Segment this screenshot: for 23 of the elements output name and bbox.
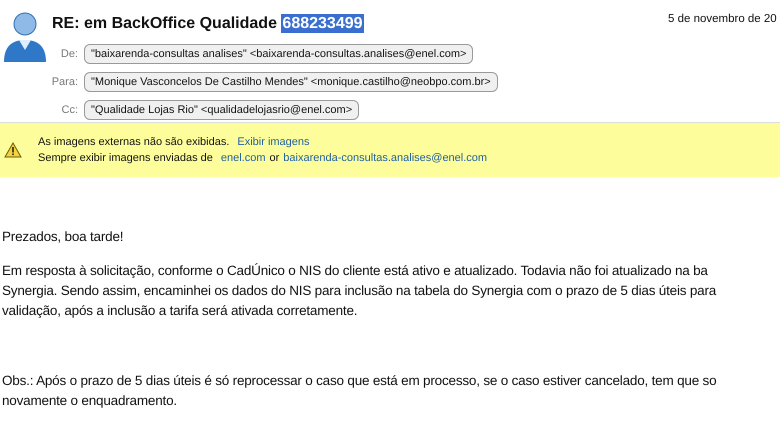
domain-link[interactable]: enel.com bbox=[220, 150, 266, 166]
field-label: Para: bbox=[50, 74, 79, 90]
address-chip[interactable]: "Monique Vasconcelos De Castilho Mendes" <monique.castilho@neobpo.com.br> bbox=[84, 72, 498, 92]
body-text-line: Synergia. Sendo assim, encaminhei os dados do NIS para inclusão na tabela do Synergia com o prazo de 5 dias úteis para bbox=[2, 282, 718, 300]
body-text-line: Em resposta à solicitação, conforme o CadÚnico o NIS do cliente está ativo e atualizado. Todavia não foi atualizado na ba bbox=[2, 262, 709, 280]
body-text-line: validação, após a inclusão a tarifa será ativada corretamente. bbox=[2, 302, 358, 320]
address-chip[interactable]: "baixarenda-consultas analises" <baixarenda-consultas.analises@enel.com> bbox=[84, 44, 474, 64]
email-date: 5 de novembro de 20 bbox=[668, 12, 777, 27]
show-images-link[interactable]: Exibir imagens bbox=[237, 134, 310, 150]
body-text-line: Obs.: Após o prazo de 5 dias úteis é só reprocessar o caso que está em processo, se o caso estiver cancelado, tem que so bbox=[2, 372, 718, 390]
person-avatar-icon bbox=[2, 10, 48, 62]
notice-text: Sempre exibir imagens enviadas de bbox=[38, 151, 213, 166]
body-text-line: novamente o enquadramento. bbox=[2, 392, 178, 410]
address-chip[interactable]: "Qualidade Lojas Rio" <qualidadelojasrio@enel.com> bbox=[84, 100, 360, 120]
sender-link[interactable]: baixarenda-consultas.analises@enel.com bbox=[283, 150, 488, 166]
body-text-line: Prezados, boa tarde! bbox=[2, 228, 124, 246]
field-label: Cc: bbox=[60, 102, 79, 118]
notice-text: As imagens externas não são exibidas. bbox=[38, 134, 230, 150]
field-label: De: bbox=[60, 46, 79, 62]
warning-icon bbox=[4, 142, 22, 158]
notice-text: or bbox=[270, 151, 280, 166]
subject-text: RE: em BackOffice Qualidade bbox=[52, 15, 277, 32]
selected-subject-text: 688233499 bbox=[281, 14, 364, 33]
